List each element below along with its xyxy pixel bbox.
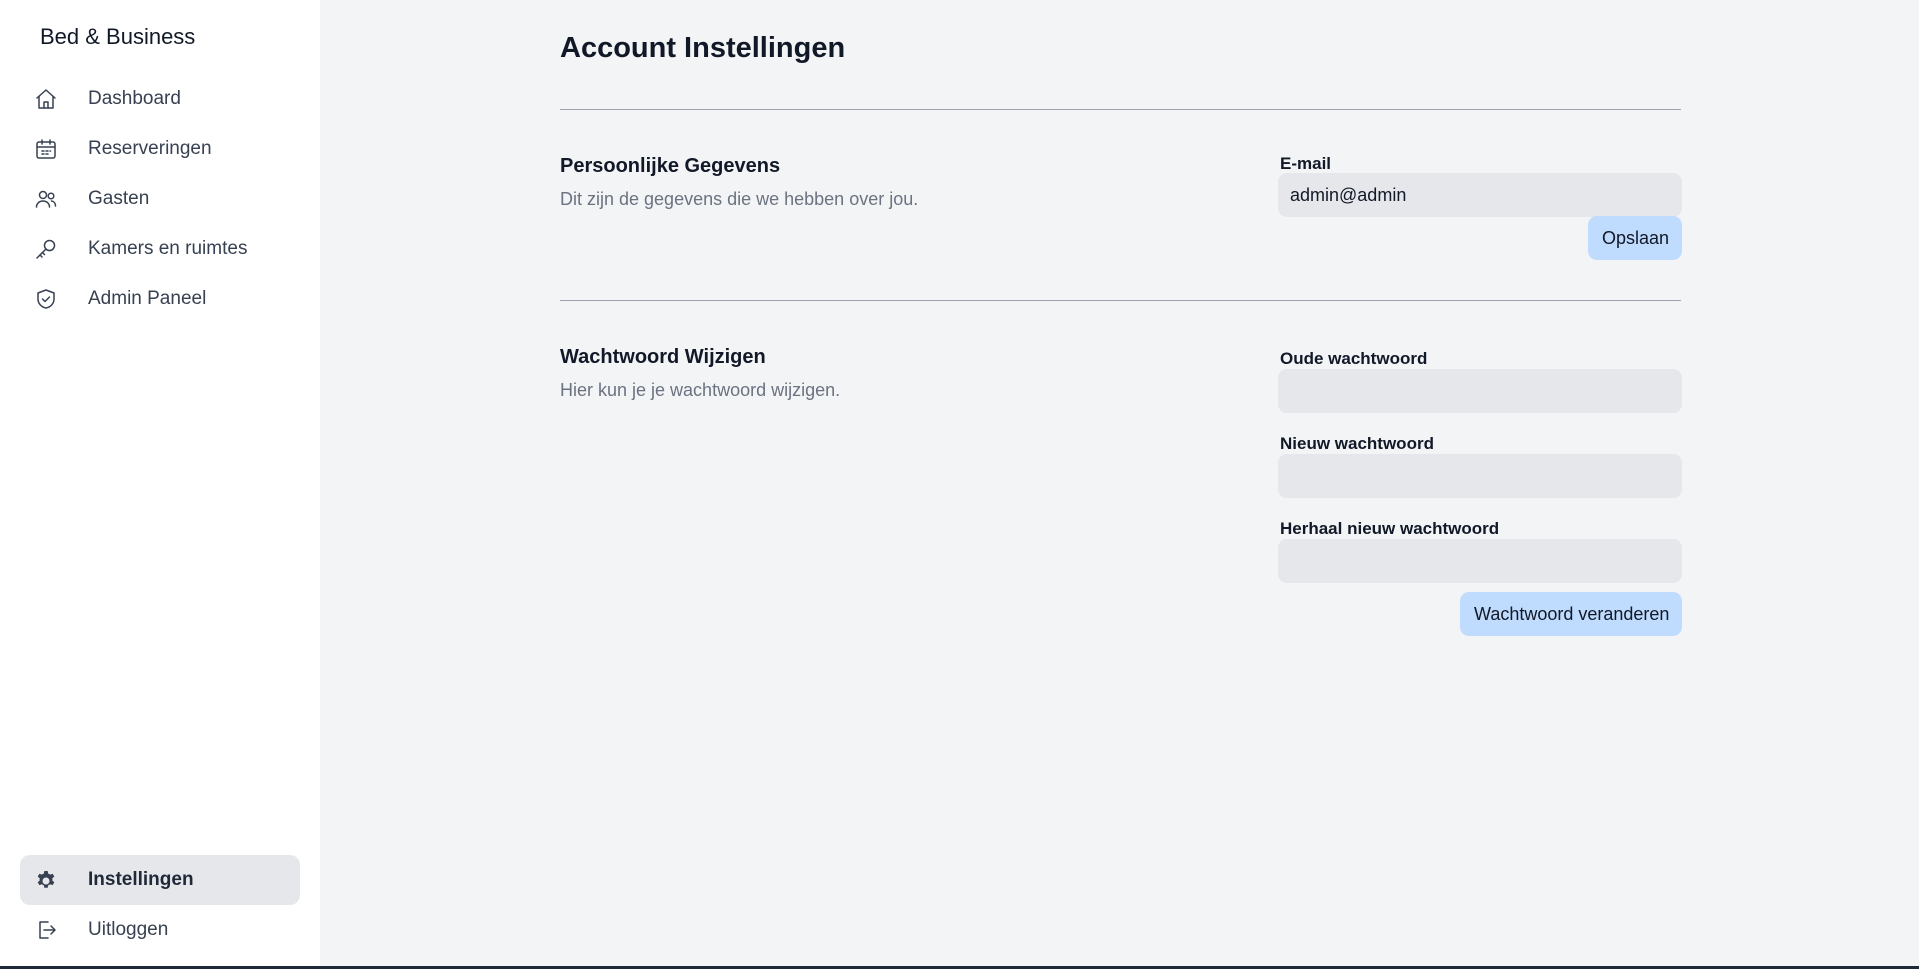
key-icon [34, 237, 58, 261]
sidebar-item-label: Gasten [88, 188, 150, 209]
sidebar-item-kamers[interactable]: Kamers en ruimtes [20, 224, 300, 274]
new-password-field[interactable] [1278, 454, 1682, 498]
sidebar: Bed & Business Dashboard Reserveringen G… [0, 0, 320, 966]
sidebar-item-dashboard[interactable]: Dashboard [20, 74, 300, 124]
old-password-field[interactable] [1278, 369, 1682, 413]
page-title: Account Instellingen [560, 32, 846, 64]
divider [560, 109, 1681, 110]
divider [560, 300, 1681, 301]
old-password-label: Oude wachtwoord [1280, 349, 1428, 368]
password-section-title: Wachtwoord Wijzigen [560, 346, 766, 368]
sidebar-bottom-nav: Instellingen Uitloggen [20, 855, 300, 955]
sidebar-item-instellingen[interactable]: Instellingen [20, 855, 300, 905]
sidebar-nav: Dashboard Reserveringen Gasten Kamers en… [20, 74, 300, 324]
personal-section-title: Persoonlijke Gegevens [560, 155, 781, 177]
email-label: E-mail [1280, 154, 1332, 173]
home-icon [34, 87, 58, 111]
password-section-description: Hier kun je je wachtwoord wijzigen. [560, 380, 841, 400]
calendar-icon [34, 137, 58, 161]
sidebar-item-label: Uitloggen [88, 919, 169, 940]
new-password-label: Nieuw wachtwoord [1280, 434, 1434, 453]
email-field[interactable] [1278, 173, 1682, 217]
personal-section-description: Dit zijn de gegevens die we hebben over … [560, 189, 919, 209]
sidebar-item-uitloggen[interactable]: Uitloggen [20, 905, 300, 955]
sidebar-item-label: Reserveringen [88, 138, 212, 159]
sidebar-item-label: Kamers en ruimtes [88, 238, 248, 259]
sidebar-item-admin-paneel[interactable]: Admin Paneel [20, 274, 300, 324]
repeat-password-label: Herhaal nieuw wachtwoord [1280, 519, 1500, 538]
save-button[interactable]: Opslaan [1588, 216, 1682, 260]
sidebar-item-label: Instellingen [88, 869, 194, 890]
change-password-button[interactable]: Wachtwoord veranderen [1460, 592, 1682, 636]
users-icon [34, 187, 58, 211]
sidebar-item-label: Admin Paneel [88, 288, 207, 309]
sidebar-item-label: Dashboard [88, 88, 181, 109]
sidebar-item-gasten[interactable]: Gasten [20, 174, 300, 224]
sidebar-item-reserveringen[interactable]: Reserveringen [20, 124, 300, 174]
brand-name: Bed & Business [40, 24, 196, 49]
logout-icon [34, 918, 58, 942]
gear-icon [34, 868, 58, 892]
shield-check-icon [34, 287, 58, 311]
repeat-password-field[interactable] [1278, 539, 1682, 583]
